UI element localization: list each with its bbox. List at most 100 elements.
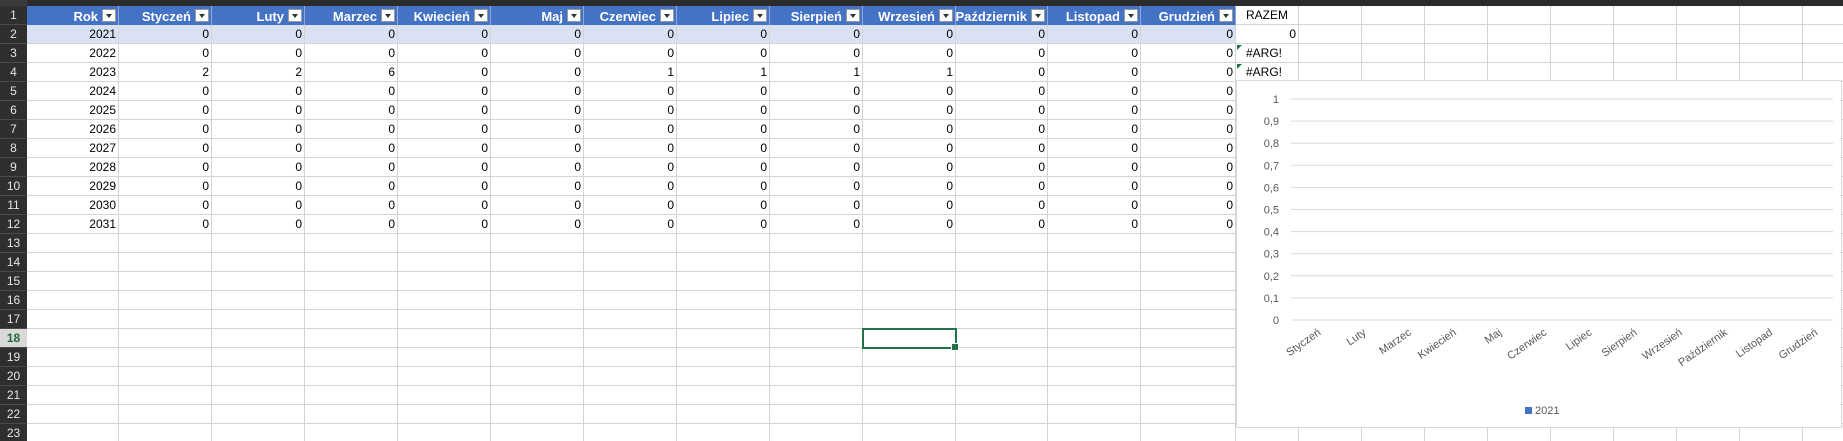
table-cell[interactable]: 0 — [770, 158, 863, 177]
table-cell[interactable]: 0 — [677, 120, 770, 139]
table-cell[interactable]: 0 — [956, 177, 1048, 196]
grid-cell[interactable] — [305, 253, 398, 272]
grid-cell[interactable] — [1614, 6, 1677, 25]
table-cell[interactable]: 2 — [212, 63, 305, 82]
table-cell[interactable]: 2022 — [27, 44, 119, 63]
table-cell[interactable]: 0 — [863, 101, 956, 120]
grid-cell[interactable] — [1425, 25, 1488, 44]
grid-cell[interactable] — [27, 234, 119, 253]
grid-cell[interactable] — [956, 386, 1048, 405]
grid-cell[interactable] — [770, 291, 863, 310]
grid-cell[interactable] — [1141, 253, 1236, 272]
grid-cell[interactable] — [770, 253, 863, 272]
table-cell[interactable]: 0 — [491, 63, 584, 82]
row-header[interactable]: 17 — [0, 310, 27, 329]
table-cell[interactable]: 0 — [212, 177, 305, 196]
grid-cell[interactable] — [398, 234, 491, 253]
table-cell[interactable]: 0 — [584, 25, 677, 44]
table-cell[interactable]: 2023 — [27, 63, 119, 82]
table-header-7[interactable]: Lipiec — [677, 6, 770, 25]
grid-cell[interactable] — [677, 386, 770, 405]
table-cell[interactable]: 0 — [863, 215, 956, 234]
table-cell[interactable]: 0 — [119, 158, 212, 177]
filter-dropdown-icon[interactable] — [195, 9, 209, 22]
grid-cell[interactable] — [491, 234, 584, 253]
table-cell[interactable]: 0 — [119, 25, 212, 44]
grid-cell[interactable] — [1141, 272, 1236, 291]
table-cell[interactable]: 0 — [677, 196, 770, 215]
grid-cell[interactable] — [27, 348, 119, 367]
razem-value[interactable]: 0 — [1236, 25, 1299, 44]
table-cell[interactable]: 0 — [119, 139, 212, 158]
table-cell[interactable]: 0 — [677, 215, 770, 234]
grid-cell[interactable] — [212, 348, 305, 367]
table-cell[interactable]: 0 — [212, 44, 305, 63]
grid-cell[interactable] — [27, 272, 119, 291]
grid-cell[interactable] — [1803, 6, 1843, 25]
table-cell[interactable]: 0 — [1141, 177, 1236, 196]
grid-cell[interactable] — [677, 424, 770, 441]
table-cell[interactable]: 0 — [398, 101, 491, 120]
grid-cell[interactable] — [1677, 6, 1740, 25]
grid-cell[interactable] — [1141, 386, 1236, 405]
grid-cell[interactable] — [863, 405, 956, 424]
grid-cell[interactable] — [1677, 25, 1740, 44]
row-header[interactable]: 12 — [0, 215, 27, 234]
grid-cell[interactable] — [1048, 310, 1141, 329]
table-cell[interactable]: 0 — [956, 158, 1048, 177]
table-cell[interactable]: 0 — [956, 215, 1048, 234]
table-cell[interactable]: 0 — [305, 158, 398, 177]
table-cell[interactable]: 0 — [1141, 82, 1236, 101]
grid-cell[interactable] — [27, 386, 119, 405]
grid-cell[interactable] — [956, 291, 1048, 310]
grid-cell[interactable] — [1425, 44, 1488, 63]
grid-cell[interactable] — [956, 424, 1048, 441]
table-cell[interactable]: 0 — [212, 215, 305, 234]
table-cell[interactable]: 2028 — [27, 158, 119, 177]
filter-dropdown-icon[interactable] — [288, 9, 302, 22]
grid-cell[interactable] — [305, 272, 398, 291]
grid-cell[interactable] — [119, 253, 212, 272]
table-cell[interactable]: 0 — [584, 215, 677, 234]
table-cell[interactable]: 0 — [212, 25, 305, 44]
table-cell[interactable]: 0 — [956, 63, 1048, 82]
table-cell[interactable]: 0 — [770, 82, 863, 101]
grid-cell[interactable] — [27, 291, 119, 310]
table-cell[interactable]: 2025 — [27, 101, 119, 120]
table-cell[interactable]: 0 — [956, 101, 1048, 120]
table-cell[interactable]: 0 — [119, 196, 212, 215]
grid-cell[interactable] — [1141, 291, 1236, 310]
grid-cell[interactable] — [956, 329, 1048, 348]
row-header[interactable]: 5 — [0, 82, 27, 101]
table-cell[interactable]: 0 — [491, 139, 584, 158]
table-cell[interactable]: 0 — [1048, 44, 1141, 63]
table-header-1[interactable]: Styczeń — [119, 6, 212, 25]
grid-cell[interactable] — [584, 253, 677, 272]
grid-cell[interactable] — [1425, 6, 1488, 25]
row-header[interactable]: 21 — [0, 386, 27, 405]
grid-cell[interactable] — [491, 367, 584, 386]
grid-cell[interactable] — [1488, 44, 1551, 63]
table-cell[interactable]: 0 — [398, 44, 491, 63]
grid-cell[interactable] — [863, 253, 956, 272]
grid-cell[interactable] — [956, 310, 1048, 329]
table-cell[interactable]: 0 — [305, 215, 398, 234]
chart[interactable]: 0 0,1 0,2 0,3 0,4 0,5 0,6 0,7 0,8 0,9 1 Styczeń Luty… — [1236, 80, 1842, 428]
grid-cell[interactable] — [770, 234, 863, 253]
table-cell[interactable]: 0 — [398, 215, 491, 234]
table-cell[interactable]: 0 — [863, 25, 956, 44]
grid-cell[interactable] — [119, 310, 212, 329]
table-cell[interactable]: 1 — [770, 63, 863, 82]
table-cell[interactable]: 0 — [1048, 120, 1141, 139]
table-cell[interactable]: 0 — [770, 101, 863, 120]
table-cell[interactable]: 0 — [398, 196, 491, 215]
grid-cell[interactable] — [1048, 253, 1141, 272]
grid-cell[interactable] — [677, 405, 770, 424]
table-cell[interactable]: 0 — [863, 158, 956, 177]
grid-cell[interactable] — [119, 348, 212, 367]
filter-dropdown-icon[interactable] — [753, 9, 767, 22]
table-cell[interactable]: 0 — [491, 44, 584, 63]
grid-cell[interactable] — [119, 234, 212, 253]
grid-cell[interactable] — [770, 367, 863, 386]
row-header[interactable]: 10 — [0, 177, 27, 196]
